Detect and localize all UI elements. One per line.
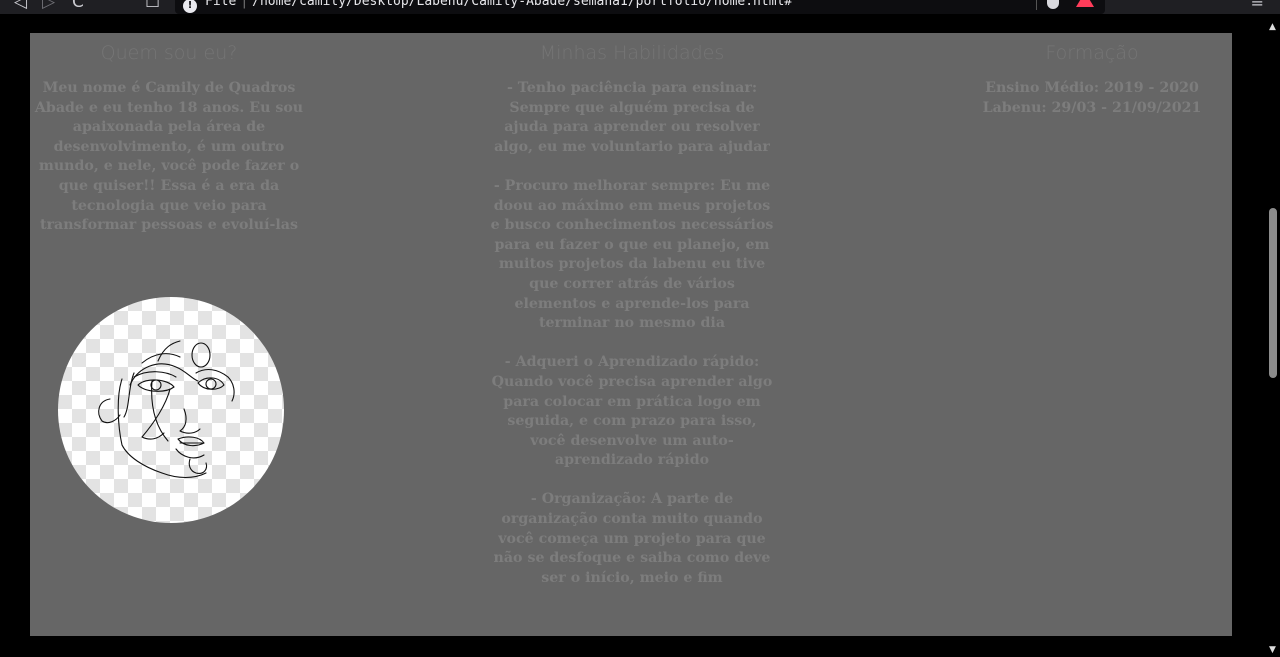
shield-icon[interactable] <box>1047 0 1059 9</box>
line-art-face-image <box>98 340 235 479</box>
education-item: Ensino Médio: 2019 - 2020 <box>985 80 1199 96</box>
page-container: Quem sou eu? Meu nome é Camily de Quadro… <box>30 33 1232 636</box>
about-paragraph: Meu nome é Camily de Quadros Abade e eu … <box>34 80 304 234</box>
education-title: Formação <box>1045 42 1139 64</box>
vertical-scrollbar[interactable]: ▲ ▼ <box>1265 14 1280 657</box>
scroll-up-icon[interactable]: ▲ <box>1265 20 1280 34</box>
skills-title: Minhas Habilidades <box>539 42 725 64</box>
urlbar-divider <box>1036 0 1037 10</box>
browser-toolbar: ◁ ▷ C ☐ ! File |/home/camily/Desktop/Labe… <box>0 0 1280 14</box>
url-path: /home/camily/Desktop/Labenu/Camily-Abade… <box>252 0 793 9</box>
skill-item: - Organização: A parte de organização co… <box>493 491 771 586</box>
skill-item: - Adqueri o Aprendizado rápido: Quando v… <box>491 354 773 469</box>
forward-icon[interactable]: ▷ <box>42 0 55 12</box>
site-info-icon[interactable]: ! <box>183 0 197 13</box>
url-separator: | <box>240 0 249 9</box>
scroll-down-icon[interactable]: ▼ <box>1265 643 1280 657</box>
bookmark-icon[interactable]: ☐ <box>145 0 160 12</box>
education-list: Ensino Médio: 2019 - 2020 Labenu: 29/03 … <box>960 79 1224 118</box>
back-icon[interactable]: ◁ <box>14 0 27 12</box>
skills-section: Minhas Habilidades - Tenho paciência par… <box>490 33 774 608</box>
education-item: Labenu: 29/03 - 21/09/2021 <box>982 99 1202 116</box>
url-text[interactable]: File |/home/camily/Desktop/Labenu/Camily-… <box>205 0 792 12</box>
menu-icon[interactable]: ≡ <box>1251 0 1264 12</box>
url-scheme: File <box>205 0 237 9</box>
scroll-thumb[interactable] <box>1269 208 1277 378</box>
reload-icon[interactable]: C <box>72 0 84 12</box>
about-section: Quem sou eu? Meu nome é Camily de Quadro… <box>30 33 308 523</box>
skill-item: - Tenho paciência para ensinar: Sempre q… <box>494 80 770 155</box>
skill-item: - Procuro melhorar sempre: Eu me doou ao… <box>490 177 774 332</box>
about-title: Quem sou eu? <box>100 42 238 64</box>
education-section: Formação Ensino Médio: 2019 - 2020 Laben… <box>960 33 1224 118</box>
url-bar[interactable]: ! File |/home/camily/Desktop/Labenu/Camil… <box>175 0 1105 14</box>
about-text: Meu nome é Camily de Quadros Abade e eu … <box>30 79 308 236</box>
skills-list: - Tenho paciência para ensinar: Sempre q… <box>490 79 774 588</box>
profile-avatar <box>58 297 284 523</box>
rewards-triangle-icon[interactable] <box>1076 0 1094 7</box>
